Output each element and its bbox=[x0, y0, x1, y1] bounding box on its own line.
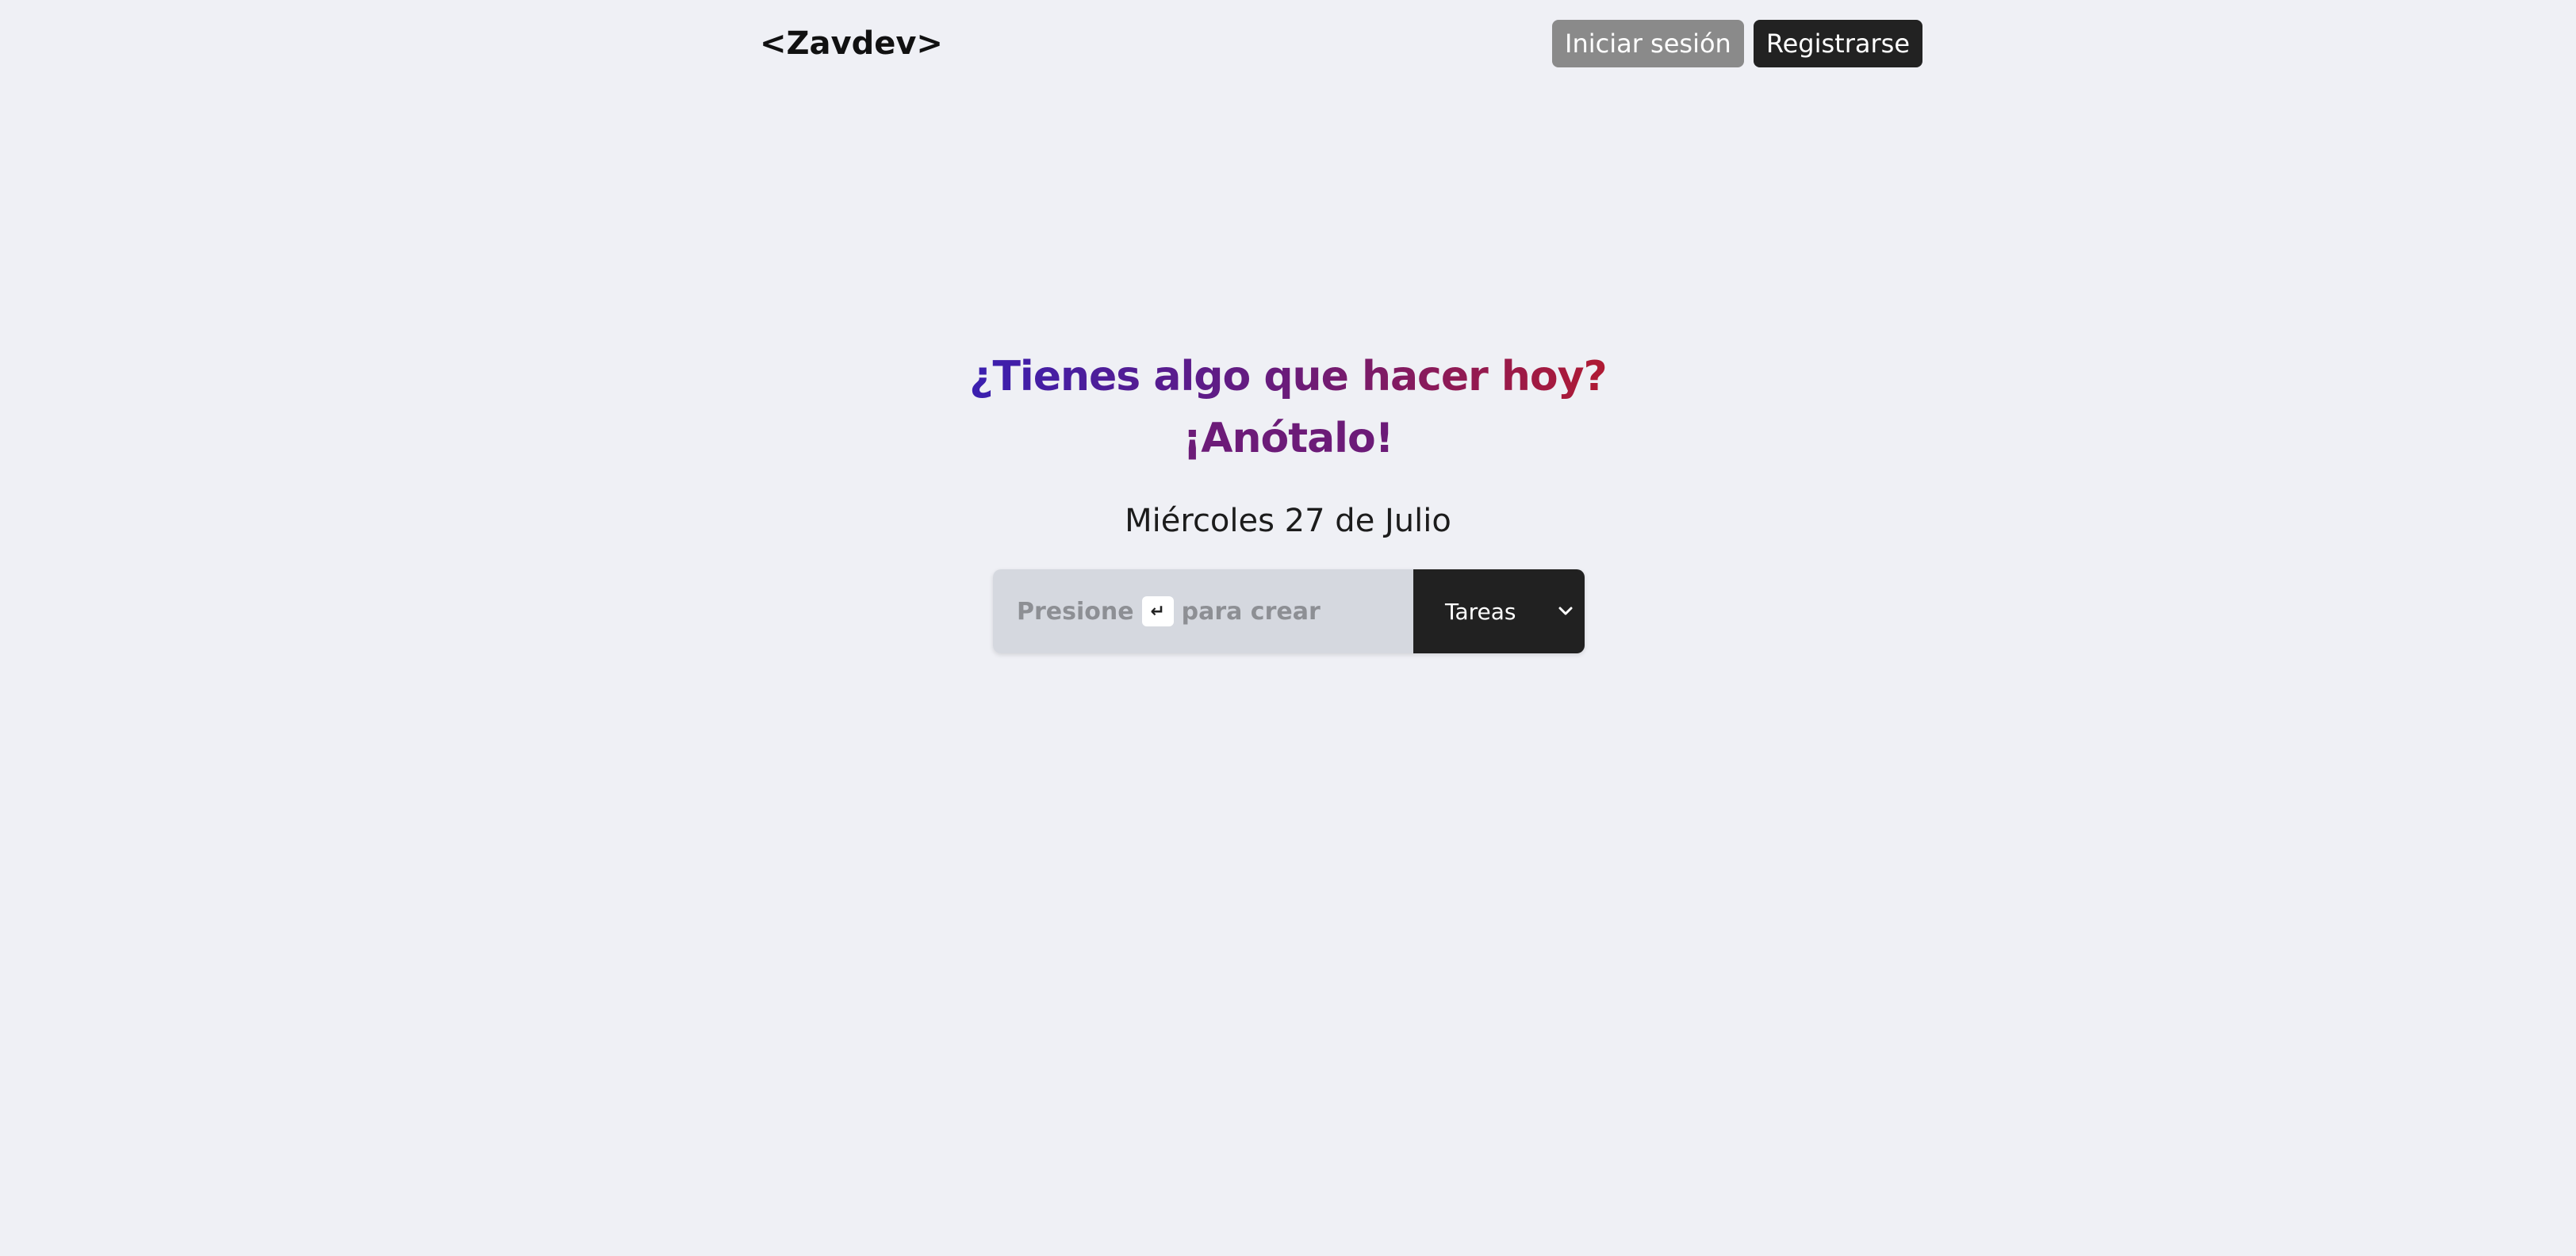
category-select[interactable]: Tareas bbox=[1413, 569, 1585, 653]
headline-question: ¿Tienes algo que hacer hoy? bbox=[969, 346, 1607, 408]
login-button[interactable]: Iniciar sesión bbox=[1552, 20, 1744, 67]
site-header: <Zavdev> Iniciar sesión Registrarse bbox=[760, 19, 1922, 68]
headline-exclamation: ¡Anótalo! bbox=[1183, 415, 1394, 462]
category-select-value: Tareas bbox=[1445, 598, 1516, 625]
header-actions: Iniciar sesión Registrarse bbox=[1552, 20, 1922, 67]
task-input-wrapper: Presione ↵ para crear bbox=[993, 569, 1413, 653]
chevron-down-icon bbox=[1558, 607, 1573, 615]
current-date: Miércoles 27 de Julio bbox=[1125, 503, 1451, 539]
page: <Zavdev> Iniciar sesión Registrarse ¿Tie… bbox=[0, 0, 2576, 1256]
headline: ¿Tienes algo que hacer hoy? ¡Anótalo! bbox=[0, 346, 2576, 469]
task-form: Presione ↵ para crear Tareas bbox=[993, 569, 1585, 653]
hero: ¿Tienes algo que hacer hoy? ¡Anótalo! Mi… bbox=[0, 346, 2576, 539]
task-input[interactable] bbox=[993, 569, 1413, 653]
register-button[interactable]: Registrarse bbox=[1753, 20, 1922, 67]
logo[interactable]: <Zavdev> bbox=[760, 25, 943, 62]
